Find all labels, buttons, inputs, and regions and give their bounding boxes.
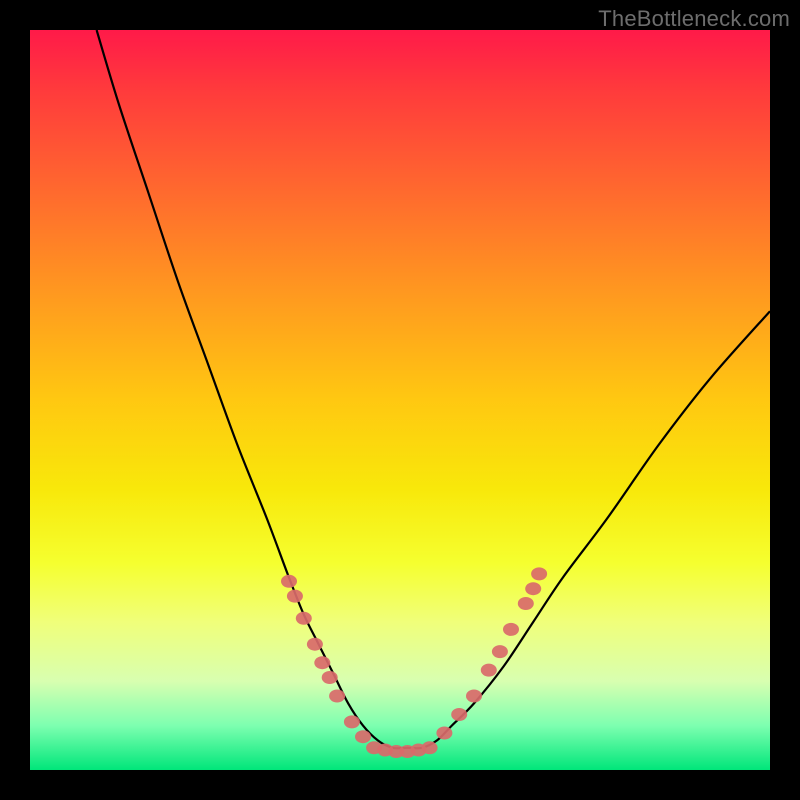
marker-dot xyxy=(329,690,345,703)
marker-dot xyxy=(436,727,452,740)
watermark-text: TheBottleneck.com xyxy=(598,6,790,32)
marker-dot xyxy=(355,730,371,743)
plot-area xyxy=(30,30,770,770)
marker-dot xyxy=(296,612,312,625)
marker-dot xyxy=(307,638,323,651)
marker-dot xyxy=(281,575,297,588)
marker-dot xyxy=(525,582,541,595)
marker-dot xyxy=(344,715,360,728)
marker-dot xyxy=(531,567,547,580)
marker-dot xyxy=(287,590,303,603)
marker-dot xyxy=(314,656,330,669)
marker-dot xyxy=(451,708,467,721)
marker-dot xyxy=(481,664,497,677)
marker-dot xyxy=(492,645,508,658)
chart-svg xyxy=(30,30,770,770)
marker-dot xyxy=(503,623,519,636)
marker-dot xyxy=(422,741,438,754)
chart-stage: TheBottleneck.com xyxy=(0,0,800,800)
marker-dot xyxy=(466,690,482,703)
bottleneck-curve xyxy=(97,30,770,748)
marker-dot xyxy=(518,597,534,610)
marker-dot xyxy=(322,671,338,684)
